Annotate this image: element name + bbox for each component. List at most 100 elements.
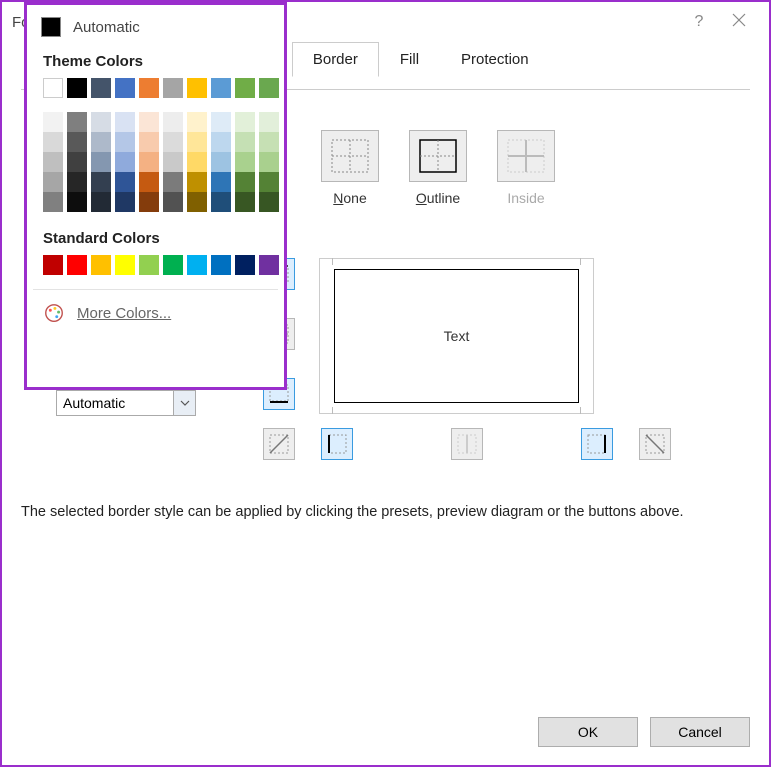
color-swatch[interactable] [67, 255, 87, 275]
color-swatch[interactable] [259, 152, 279, 172]
preset-outline-label: Outline [416, 190, 460, 206]
color-swatch[interactable] [67, 172, 87, 192]
color-swatch[interactable] [43, 192, 63, 212]
color-swatch[interactable] [43, 152, 63, 172]
chevron-down-icon[interactable] [173, 391, 195, 415]
color-swatch[interactable] [43, 132, 63, 152]
border-preview[interactable]: Text [319, 258, 594, 414]
color-swatch[interactable] [115, 152, 135, 172]
color-swatch[interactable] [163, 152, 183, 172]
color-swatch[interactable] [139, 172, 159, 192]
preset-inside-icon [497, 130, 555, 182]
color-swatch[interactable] [91, 192, 111, 212]
color-swatch[interactable] [139, 132, 159, 152]
color-swatch[interactable] [235, 132, 255, 152]
border-right-button[interactable] [581, 428, 613, 460]
color-swatch[interactable] [187, 112, 207, 132]
color-swatch[interactable] [163, 192, 183, 212]
color-swatch[interactable] [235, 78, 255, 98]
color-swatch[interactable] [259, 78, 279, 98]
color-swatch[interactable] [163, 112, 183, 132]
color-swatch[interactable] [67, 152, 87, 172]
color-swatch[interactable] [43, 172, 63, 192]
color-swatch[interactable] [115, 255, 135, 275]
border-diag-up-button[interactable] [263, 428, 295, 460]
tab-protection[interactable]: Protection [440, 42, 550, 77]
color-swatch[interactable] [211, 112, 231, 132]
color-swatch[interactable] [187, 255, 207, 275]
color-swatch[interactable] [115, 132, 135, 152]
color-swatch[interactable] [115, 78, 135, 98]
preset-inside-label: Inside [507, 190, 544, 206]
color-swatch[interactable] [187, 172, 207, 192]
color-swatch[interactable] [235, 255, 255, 275]
color-swatch[interactable] [211, 172, 231, 192]
dialog-window: For ? N Border Fill Protection None Outl [0, 0, 771, 767]
close-icon[interactable] [719, 13, 759, 32]
help-icon[interactable]: ? [679, 13, 719, 31]
color-swatch[interactable] [139, 255, 159, 275]
color-swatch[interactable] [43, 112, 63, 132]
border-left-button[interactable] [321, 428, 353, 460]
color-swatch[interactable] [187, 132, 207, 152]
color-swatch[interactable] [115, 192, 135, 212]
color-swatch[interactable] [163, 132, 183, 152]
color-swatch[interactable] [91, 255, 111, 275]
color-swatch[interactable] [211, 132, 231, 152]
color-swatch[interactable] [91, 152, 111, 172]
color-swatch[interactable] [211, 192, 231, 212]
color-swatch[interactable] [115, 112, 135, 132]
preset-none[interactable]: None [321, 130, 379, 206]
automatic-swatch [41, 17, 61, 37]
color-swatch[interactable] [163, 255, 183, 275]
color-swatch[interactable] [91, 78, 111, 98]
color-swatch[interactable] [139, 152, 159, 172]
color-swatch[interactable] [67, 78, 87, 98]
color-swatch[interactable] [139, 192, 159, 212]
color-swatch[interactable] [91, 172, 111, 192]
color-swatch[interactable] [259, 255, 279, 275]
automatic-color-row[interactable]: Automatic [33, 13, 278, 47]
color-swatch[interactable] [187, 192, 207, 212]
ok-button[interactable]: OK [538, 717, 638, 747]
color-swatch[interactable] [91, 112, 111, 132]
color-swatch[interactable] [259, 112, 279, 132]
color-swatch[interactable] [235, 152, 255, 172]
color-swatch[interactable] [235, 192, 255, 212]
border-diag-down-button[interactable] [639, 428, 671, 460]
more-colors-row[interactable]: More Colors... [33, 298, 278, 334]
color-swatch[interactable] [91, 132, 111, 152]
color-swatch[interactable] [115, 172, 135, 192]
color-swatch[interactable] [259, 172, 279, 192]
theme-colors-row [43, 78, 278, 98]
preset-outline-icon [409, 130, 467, 182]
color-swatch[interactable] [43, 78, 63, 98]
more-colors-label: More Colors... [77, 305, 171, 322]
color-swatch[interactable] [235, 112, 255, 132]
color-swatch[interactable] [67, 192, 87, 212]
color-swatch[interactable] [163, 78, 183, 98]
color-swatch[interactable] [211, 255, 231, 275]
color-swatch[interactable] [43, 255, 63, 275]
tab-border[interactable]: Border [292, 42, 379, 77]
color-swatch[interactable] [187, 78, 207, 98]
color-swatch[interactable] [235, 172, 255, 192]
preset-outline[interactable]: Outline [409, 130, 467, 206]
border-middle-v-button[interactable] [451, 428, 483, 460]
color-swatch[interactable] [187, 152, 207, 172]
color-picker-popup: Automatic Theme Colors Standard Colors M… [24, 2, 287, 390]
preset-inside: Inside [497, 130, 555, 206]
color-swatch[interactable] [163, 172, 183, 192]
color-swatch[interactable] [67, 132, 87, 152]
cancel-button[interactable]: Cancel [650, 717, 750, 747]
color-combo[interactable]: Automatic [56, 390, 196, 416]
color-swatch[interactable] [259, 192, 279, 212]
color-swatch[interactable] [211, 152, 231, 172]
automatic-label: Automatic [73, 19, 140, 36]
tab-fill[interactable]: Fill [379, 42, 440, 77]
color-swatch[interactable] [259, 132, 279, 152]
color-swatch[interactable] [139, 78, 159, 98]
color-swatch[interactable] [139, 112, 159, 132]
color-swatch[interactable] [67, 112, 87, 132]
color-swatch[interactable] [211, 78, 231, 98]
